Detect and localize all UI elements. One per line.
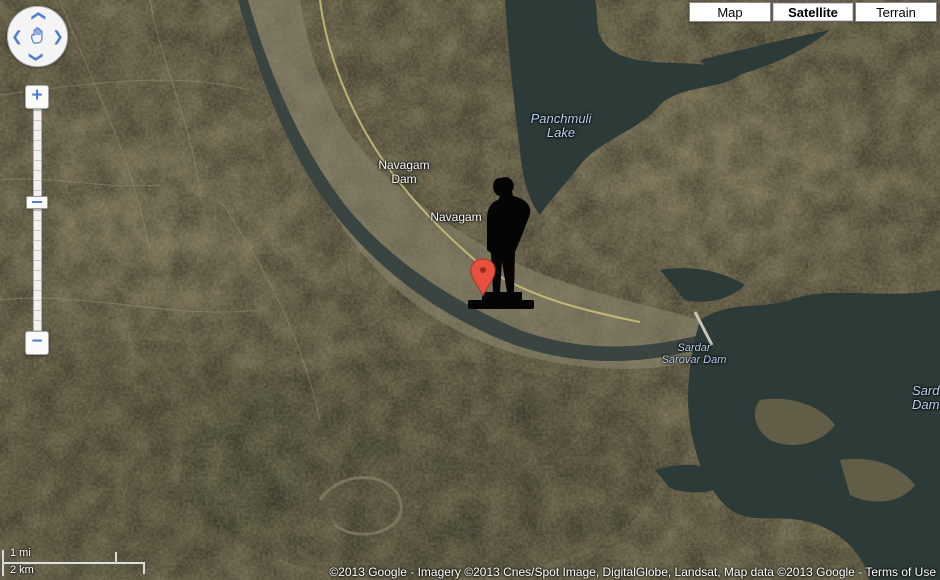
label-line: Navagam — [378, 158, 430, 172]
pan-down-icon[interactable]: ❯ — [29, 50, 45, 64]
hand-pan-icon[interactable] — [28, 26, 48, 46]
label-navagam: Navagam — [430, 210, 482, 224]
label-line: Sarovar Dam — [661, 354, 727, 366]
zoom-slider-handle[interactable] — [26, 196, 48, 209]
label-sardar-partial: Sard Dam — [912, 384, 940, 412]
label-line: Dam — [391, 172, 417, 186]
map-type-satellite-button[interactable]: Satellite — [772, 2, 854, 22]
map-attribution: ©2013 Google - Imagery ©2013 Cnes/Spot I… — [329, 565, 936, 579]
pan-control[interactable]: ❯ ❯ ❮ ❯ — [7, 6, 68, 67]
map-type-map-button[interactable]: Map — [689, 2, 771, 22]
label-line: Panchmuli — [530, 111, 592, 126]
pan-up-icon[interactable]: ❯ — [29, 9, 45, 23]
label-panchmuli-lake: Panchmuli Lake — [522, 112, 600, 140]
pan-left-icon[interactable]: ❮ — [10, 29, 24, 43]
label-line: Sardar — [677, 342, 711, 354]
label-line: Dam — [912, 397, 940, 412]
scale-bar: 1 mi 2 km — [2, 542, 147, 578]
satellite-map-canvas[interactable] — [0, 0, 940, 580]
zoom-out-button[interactable]: − — [25, 331, 49, 355]
terms-of-use-link[interactable]: Terms of Use — [865, 565, 936, 579]
zoom-slider-track[interactable] — [33, 100, 42, 338]
scale-imperial-label: 1 mi — [10, 547, 31, 559]
pan-right-icon[interactable]: ❯ — [51, 29, 65, 43]
label-navagam-dam: Navagam Dam — [372, 158, 436, 186]
label-sardar-sarovar-dam: Sardar Sarovar Dam — [656, 342, 732, 366]
attribution-text: ©2013 Google - Imagery ©2013 Cnes/Spot I… — [329, 565, 863, 579]
scale-metric-label: 2 km — [10, 564, 34, 576]
zoom-in-button[interactable]: + — [25, 85, 49, 109]
map-type-terrain-button[interactable]: Terrain — [855, 2, 937, 22]
label-line: Sard — [912, 384, 940, 398]
label-line: Lake — [546, 125, 576, 140]
